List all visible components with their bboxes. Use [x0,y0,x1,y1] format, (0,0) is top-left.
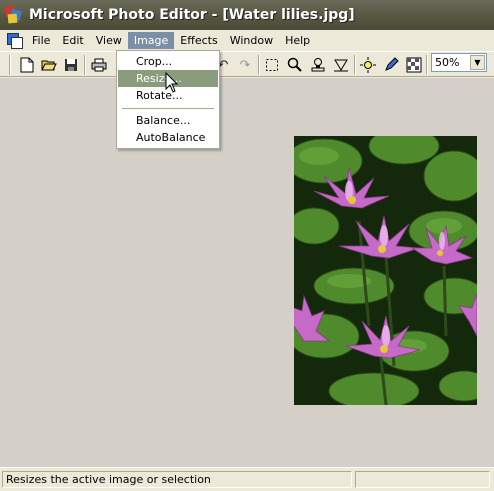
toolbar-separator [258,55,260,75]
status-pane-right [355,471,490,488]
stamp-icon[interactable] [309,56,327,74]
open-icon[interactable] [40,56,58,74]
status-message: Resizes the active image or selection [2,471,352,488]
status-bar: Resizes the active image or selection [0,467,494,491]
menu-bar: File Edit View Image Effects Window Help [0,30,494,50]
menu-image[interactable]: Image [127,31,175,49]
title-bar: Microsoft Photo Editor - [Water lilies.j… [0,0,494,30]
toolbar-separator [84,55,86,75]
menu-effects[interactable]: Effects [174,32,223,49]
menu-view[interactable]: View [90,32,128,49]
toolbar-separator [426,55,428,75]
menu-separator [122,108,214,109]
cutout-icon[interactable] [332,56,350,74]
menu-window[interactable]: Window [224,32,279,49]
print-icon[interactable] [90,56,108,74]
menu-help[interactable]: Help [279,32,316,49]
toolbar-grip [9,55,11,75]
menu-edit[interactable]: Edit [56,32,89,49]
menu-item-crop[interactable]: Crop... [118,53,218,70]
redo-icon[interactable]: ↷ [236,56,254,74]
menu-item-autobalance[interactable]: AutoBalance [118,129,218,146]
menu-item-balance[interactable]: Balance... [118,112,218,129]
save-icon[interactable] [62,56,80,74]
mouse-cursor-icon [165,72,179,93]
image-menu-dropdown: Crop... Resize... Rotate... Balance... A… [116,50,220,149]
water-lilies-image[interactable] [294,136,477,405]
zoom-select[interactable]: 50% ▼ [431,53,487,72]
select-icon[interactable] [263,56,281,74]
effects-icon[interactable] [359,56,377,74]
toolbar: ↶ ↷ [0,51,494,77]
menu-file[interactable]: File [26,32,56,49]
zoom-icon[interactable] [286,56,304,74]
transparent-icon[interactable] [405,56,423,74]
toolbar-separator [354,55,356,75]
window-title: Microsoft Photo Editor - [Water lilies.j… [29,7,355,23]
chevron-down-icon[interactable]: ▼ [470,55,485,70]
app-icon[interactable] [3,4,23,24]
document-window-icon[interactable] [6,32,23,49]
pen-icon[interactable] [382,56,400,74]
zoom-value: 50% [435,56,460,69]
new-icon[interactable] [18,56,36,74]
